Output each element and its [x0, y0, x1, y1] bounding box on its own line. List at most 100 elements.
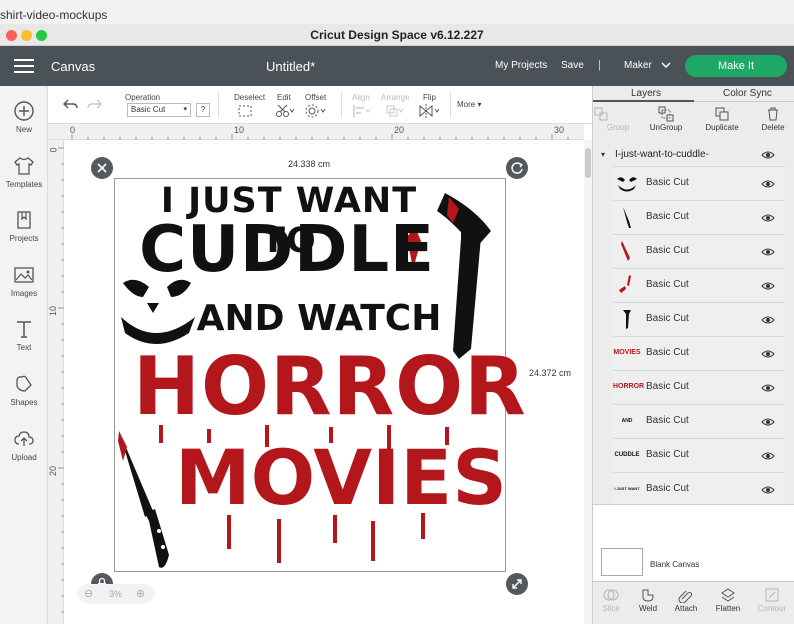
delete-selection-handle[interactable] [91, 157, 113, 179]
attach-icon [678, 590, 693, 603]
sidebar-label: Images [10, 289, 38, 298]
projects-icon [17, 211, 31, 229]
zoom-out-button[interactable]: ⊖ [84, 587, 93, 600]
layer-row[interactable]: Basic Cut [613, 268, 785, 301]
layer-row[interactable]: MOVIES Basic Cut [613, 336, 785, 369]
layer-name: Basic Cut [646, 177, 689, 188]
resize-handle[interactable] [506, 573, 528, 595]
layer-row[interactable]: I JUST WANT TO Basic Cut [613, 472, 785, 517]
edit-scissors-icon[interactable] [275, 104, 295, 118]
operation-help-button[interactable]: ? [196, 103, 210, 117]
layer-row[interactable]: Basic Cut [613, 234, 785, 267]
toolbar-divider [450, 92, 451, 118]
eye-icon[interactable] [761, 417, 775, 427]
layers-panel: Layers Color Sync Group UnGroup Duplicat… [592, 86, 794, 624]
sidebar-item-new[interactable]: New [0, 100, 48, 134]
eye-icon[interactable] [761, 150, 775, 160]
contour-button[interactable]: Contour [747, 587, 794, 613]
redo-icon[interactable] [87, 98, 103, 110]
machine-label: Maker [624, 60, 652, 71]
eye-icon[interactable] [761, 213, 775, 223]
layer-row[interactable]: CUDDLE Basic Cut [613, 438, 785, 471]
layer-name: Basic Cut [646, 415, 689, 426]
sidebar-item-upload[interactable]: Upload [0, 428, 48, 462]
arrange-icon[interactable] [385, 104, 405, 118]
tab-color-sync[interactable]: Color Sync [723, 88, 772, 99]
collapse-caret-icon[interactable]: ▾ [601, 150, 605, 159]
make-it-button[interactable]: Make It [685, 55, 787, 77]
align-icon[interactable] [352, 104, 372, 118]
save-button[interactable]: Save [561, 60, 584, 71]
delete-button[interactable]: Delete [748, 106, 794, 132]
arrange-label: Arrange [381, 93, 410, 102]
ungroup-icon [658, 106, 674, 122]
layer-name: Basic Cut [646, 279, 689, 290]
eye-icon[interactable] [761, 485, 775, 495]
selected-design[interactable]: I JUST WANT TO CUDDLE AND WATCH HORROR M… [114, 178, 526, 572]
eye-icon[interactable] [761, 451, 775, 461]
flip-icon[interactable] [419, 104, 441, 118]
scrollbar-thumb[interactable] [585, 148, 591, 178]
layer-row[interactable]: Basic Cut [613, 166, 785, 199]
layer-group-row[interactable]: ▾ I-just-want-to-cuddle- [593, 144, 794, 166]
layer-row[interactable]: Basic Cut [613, 200, 785, 233]
offset-icon[interactable] [305, 104, 327, 118]
undo-icon[interactable] [62, 98, 78, 110]
tab-layers[interactable]: Layers [631, 88, 661, 99]
canvas-scrollbar[interactable] [584, 140, 592, 624]
sidebar-item-projects[interactable]: Projects [0, 209, 48, 243]
eye-icon[interactable] [761, 179, 775, 189]
layer-thumbnail: AND WATCH [618, 418, 636, 450]
plus-circle-icon [14, 101, 34, 121]
eye-icon[interactable] [761, 383, 775, 393]
toolbar-divider [341, 92, 342, 118]
zoom-level: 3% [109, 589, 123, 599]
eye-icon[interactable] [761, 281, 775, 291]
sidebar-item-text[interactable]: Text [0, 318, 48, 352]
sidebar-item-images[interactable]: Images [0, 264, 48, 298]
more-menu[interactable]: More ▾ [457, 100, 481, 109]
hamburger-menu-icon[interactable] [14, 59, 34, 73]
align-label: Align [352, 93, 370, 102]
ruler-number: 10 [234, 125, 245, 135]
close-icon [97, 163, 107, 173]
slice-icon [603, 589, 619, 601]
left-sidebar: New Templates Projects Images Text Shape… [0, 86, 48, 624]
zoom-control: ⊖ 3% ⊕ [78, 584, 154, 604]
zoom-in-button[interactable]: ⊕ [136, 587, 145, 600]
my-projects-link[interactable]: My Projects [495, 60, 547, 71]
rotate-handle[interactable] [506, 157, 528, 179]
eye-icon[interactable] [761, 315, 775, 325]
ungroup-button[interactable]: UnGroup [641, 106, 691, 132]
layer-row[interactable]: HORROR Basic Cut [613, 370, 785, 403]
offset-label: Offset [305, 93, 327, 102]
ruler-number: 0 [70, 125, 76, 135]
chevron-down-icon [661, 62, 671, 69]
operation-select[interactable]: Basic Cut ▾ [127, 103, 191, 117]
sidebar-item-templates[interactable]: Templates [0, 155, 48, 189]
duplicate-button[interactable]: Duplicate [697, 106, 747, 132]
sidebar-label: Text [16, 343, 32, 352]
active-tab-indicator [593, 100, 694, 102]
layer-thumbnail [623, 310, 631, 329]
deselect-icon[interactable] [237, 104, 253, 118]
flatten-label: Flatten [715, 604, 741, 613]
layer-thumbnail [621, 241, 630, 261]
weld-icon [642, 589, 654, 602]
machine-select[interactable]: Maker [624, 60, 671, 71]
sidebar-item-shapes[interactable]: Shapes [0, 373, 48, 407]
eye-icon[interactable] [761, 349, 775, 359]
layer-row[interactable]: Basic Cut [613, 302, 785, 335]
blank-canvas-swatch[interactable] [601, 548, 643, 576]
caret-down-icon: ▾ [475, 100, 482, 109]
duplicate-label: Duplicate [705, 123, 739, 132]
flatten-button[interactable]: Flatten [703, 587, 753, 613]
group-button[interactable]: Group [593, 106, 643, 132]
layer-row[interactable]: AND WATCH Basic Cut [613, 404, 785, 450]
canvas-label: Canvas [51, 59, 96, 74]
eye-icon[interactable] [761, 247, 775, 257]
ruler-horizontal: 0 10 20 30 [48, 124, 584, 140]
ruler-ticks [71, 134, 569, 140]
ruler-ticks [58, 147, 64, 613]
project-title[interactable]: Untitled* [266, 59, 315, 74]
